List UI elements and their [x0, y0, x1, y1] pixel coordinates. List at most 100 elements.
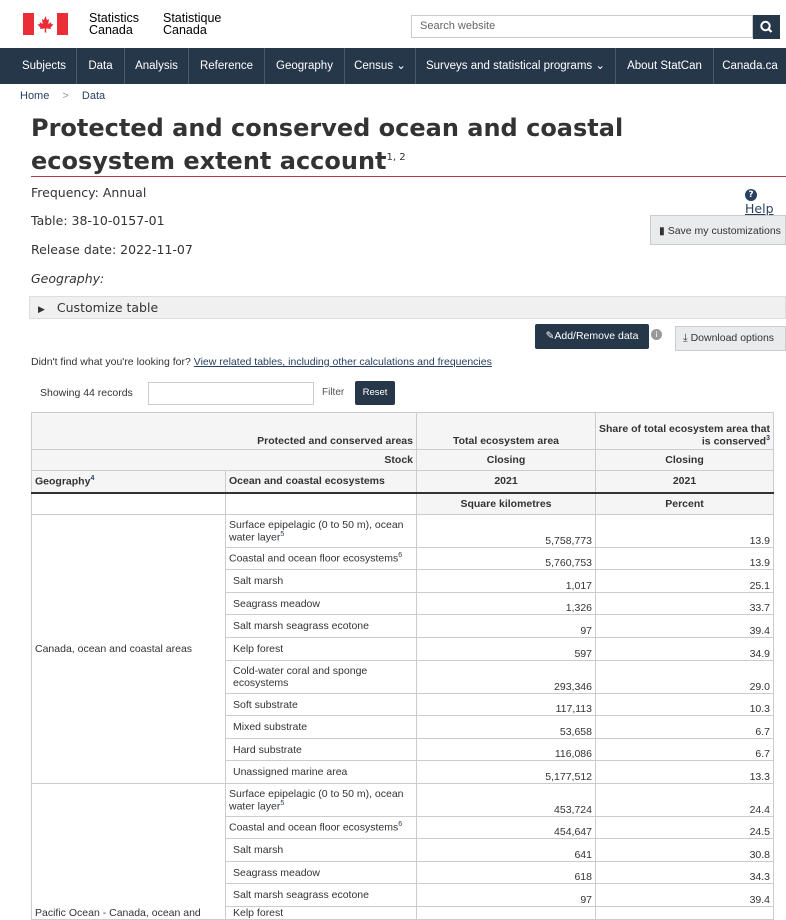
ecosystem-cell: Seagrass meadow — [225, 861, 417, 884]
related-tables-line: Didn't find what you're looking for? Vie… — [31, 356, 492, 368]
save-customizations-button[interactable]: ▮ Save my customizations — [650, 215, 786, 245]
search-icon — [760, 20, 773, 33]
table-row: Pacific Ocean - Canada, ocean and Surface… — [31, 783, 774, 920]
share-cell: 30.8 — [595, 838, 774, 862]
share-cell: 29.0 — [595, 660, 774, 694]
footnote-link[interactable]: 6 — [398, 552, 402, 559]
ecosystem-label: Soft substrate — [233, 698, 298, 711]
search-button[interactable] — [753, 15, 780, 39]
customize-label: Customize table — [56, 300, 159, 315]
wordmark-english[interactable]: Statistics Canada — [89, 12, 139, 37]
header-closing-2: Closing — [595, 449, 774, 471]
ecosystem-label: Coastal and ocean floor ecosystems — [229, 821, 399, 834]
header-geography: Geography4 — [31, 470, 226, 494]
total-area-cell: 5,758,773 — [416, 514, 596, 548]
header-year-2: 2021 — [595, 470, 774, 494]
total-area-cell: 116,086 — [416, 738, 596, 761]
related-tables-link[interactable]: View related tables, including other cal… — [194, 356, 492, 368]
share-cell: 6.7 — [595, 738, 774, 761]
nav-data[interactable]: Data — [77, 48, 125, 84]
share-cell: 33.7 — [595, 592, 774, 615]
footnote-link[interactable]: 5 — [280, 800, 284, 807]
download-options-button[interactable]: ⤓ Download options — [675, 326, 786, 351]
ecosystem-label: Seagrass meadow — [233, 597, 320, 610]
geography-cell: Pacific Ocean - Canada, ocean and — [31, 783, 226, 920]
nav-reference[interactable]: Reference — [189, 48, 265, 84]
customize-table-toggle[interactable]: ▶ Customize table — [29, 296, 786, 319]
main-nav: Subjects Data Analysis Reference Geograp… — [0, 48, 786, 84]
ecosystem-label: Salt marsh seagrass ecotone — [233, 889, 369, 901]
share-cell: 13.9 — [595, 514, 774, 548]
breadcrumb-separator: > — [62, 90, 69, 102]
breadcrumb-home[interactable]: Home — [20, 90, 49, 102]
share-cell: 13.3 — [595, 760, 774, 784]
ecosystem-label: Hard substrate — [233, 743, 302, 756]
total-area-cell — [416, 906, 596, 920]
nav-geography[interactable]: Geography — [265, 48, 345, 84]
ecosystem-cell: Coastal and ocean floor ecosystems6 — [225, 547, 417, 570]
records-count: Showing 44 records — [40, 387, 133, 399]
wordmark-fr-line2: Canada — [163, 23, 207, 37]
ecosystem-label: Kelp forest — [233, 907, 284, 919]
ecosystem-cell: Seagrass meadow — [225, 592, 417, 615]
ecosystem-cell: Unassigned marine area — [225, 760, 417, 784]
frequency-text: Frequency: Annual — [31, 185, 147, 200]
nav-subjects[interactable]: Subjects — [12, 48, 77, 84]
total-area-cell: 597 — [416, 637, 596, 661]
geography-label: Geography: — [31, 271, 105, 286]
nav-about[interactable]: About StatCan — [616, 48, 714, 84]
share-cell — [595, 906, 774, 920]
ecosystem-cell: Cold-water coral and sponge ecosystems — [225, 660, 417, 694]
header-year-1: 2021 — [416, 470, 596, 494]
header-closing-1: Closing — [416, 449, 596, 471]
share-cell: 34.3 — [595, 861, 774, 884]
title-footnotes[interactable]: 1, 2 — [387, 152, 406, 163]
download-label: Download options — [690, 332, 775, 344]
share-cell: 10.3 — [595, 693, 774, 716]
share-cell: 13.9 — [595, 547, 774, 570]
total-area-cell: 454,647 — [416, 816, 596, 839]
header-stub: Protected and conserved areas — [31, 412, 417, 450]
filter-input[interactable] — [148, 382, 314, 405]
header-unit-2: Percent — [595, 492, 774, 515]
total-area-cell: 53,658 — [416, 715, 596, 739]
footnote-link[interactable]: 5 — [280, 531, 284, 538]
ecosystem-label: Mixed substrate — [233, 721, 308, 733]
nav-census[interactable]: Census ⌄ — [345, 48, 416, 84]
ecosystem-cell: Surface epipelagic (0 to 50 m), ocean wa… — [225, 514, 417, 548]
total-area-cell: 97 — [416, 614, 596, 638]
ecosystem-cell: Salt marsh — [225, 569, 417, 593]
wordmark-french[interactable]: Statistique Canada — [163, 12, 221, 37]
header-total-area: Total ecosystem area — [416, 412, 596, 450]
total-area-cell: 5,177,512 — [416, 760, 596, 784]
search-input[interactable]: Search website — [411, 15, 753, 38]
help-link[interactable]: ? Help — [745, 185, 786, 216]
ecosystem-cell: Soft substrate — [225, 693, 417, 716]
header-stock: Stock — [31, 449, 417, 471]
footnote-4-link[interactable]: 4 — [90, 475, 94, 482]
ecosystem-label: Unassigned marine area — [233, 766, 348, 778]
footnote-link[interactable]: 6 — [398, 821, 402, 828]
download-icon: ⤓ — [683, 332, 688, 344]
total-area-cell: 453,724 — [416, 783, 596, 817]
ecosystem-label: Salt marsh seagrass ecotone — [233, 620, 369, 632]
footnote-3-link[interactable]: 3 — [766, 435, 770, 442]
breadcrumb-data[interactable]: Data — [82, 90, 105, 102]
ecosystem-label: Surface epipelagic (0 to 50 m), ocean wa… — [229, 518, 404, 544]
ecosystem-cell: Salt marsh seagrass ecotone — [225, 883, 417, 907]
title-divider — [31, 176, 786, 177]
share-cell: 34.9 — [595, 637, 774, 661]
info-icon[interactable]: i — [651, 329, 662, 340]
ecosystem-label: Surface epipelagic (0 to 50 m), ocean wa… — [229, 787, 404, 813]
nav-analysis[interactable]: Analysis — [125, 48, 189, 84]
reset-button[interactable]: Reset — [355, 381, 395, 405]
total-area-cell: 117,113 — [416, 693, 596, 716]
nav-canada-ca[interactable]: Canada.ca — [714, 48, 786, 84]
total-area-cell: 5,760,753 — [416, 547, 596, 570]
nav-surveys[interactable]: Surveys and statistical programs ⌄ — [416, 48, 616, 84]
ecosystem-label: Coastal and ocean floor ecosystems — [229, 552, 399, 565]
add-remove-data-button[interactable]: ✎Add/Remove data — [535, 324, 649, 349]
table-row: Canada, ocean and coastal areas Surface e… — [31, 514, 774, 784]
total-area-cell: 618 — [416, 861, 596, 884]
page-title: Protected and conserved ocean and coasta… — [31, 114, 771, 176]
